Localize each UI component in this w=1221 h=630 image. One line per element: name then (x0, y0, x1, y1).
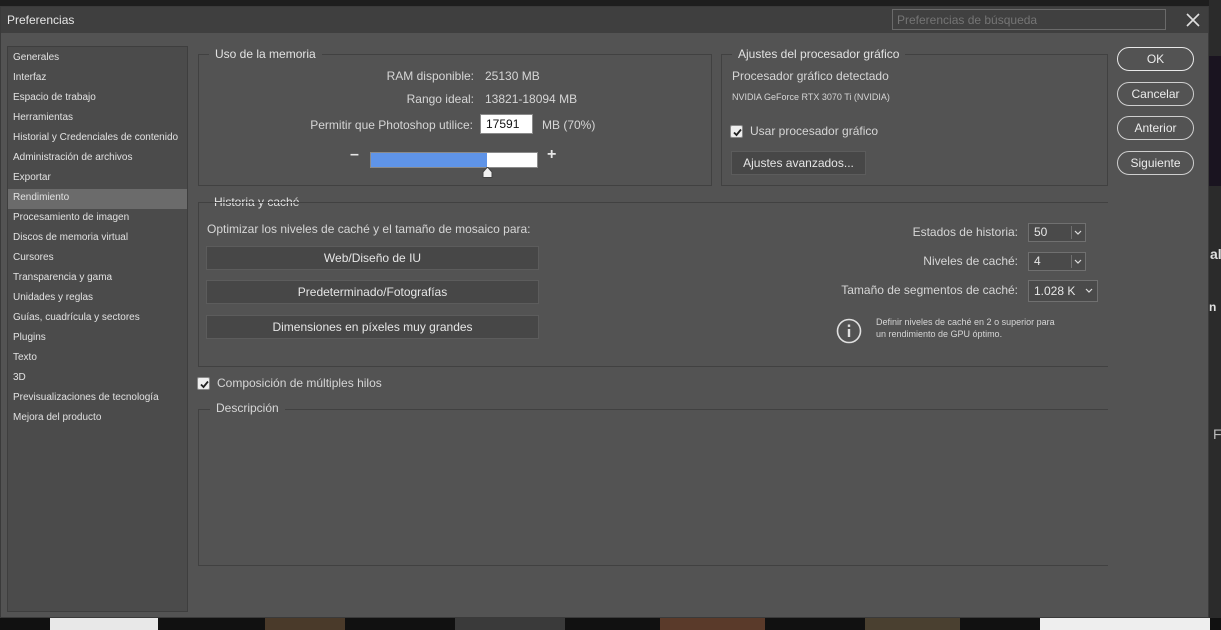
cache-levels-label: Niveles de caché: (923, 254, 1018, 268)
sidebar-item-mejora-producto[interactable]: Mejora del producto (8, 409, 187, 429)
advanced-settings-button[interactable]: Ajustes avanzados... (731, 151, 866, 175)
sidebar-item-administracion-archivos[interactable]: Administración de archivos (8, 149, 187, 169)
background-text: al (1210, 246, 1221, 262)
cache-tile-size-value: 1.028 K (1034, 284, 1076, 298)
huge-pixel-dimensions-button[interactable]: Dimensiones en píxeles muy grandes (206, 315, 539, 339)
multithread-label: Composición de múltiples hilos (217, 376, 382, 390)
memory-unit-label: MB (70%) (542, 118, 596, 132)
background-text: n (1209, 300, 1217, 314)
background-thumbnails (0, 618, 1221, 630)
sidebar-item-3d[interactable]: 3D (8, 369, 187, 389)
search-input[interactable] (892, 9, 1166, 30)
close-icon[interactable] (1184, 11, 1202, 29)
next-button[interactable]: Siguiente (1117, 151, 1194, 175)
divider (198, 202, 1108, 203)
sidebar-item-texto[interactable]: Texto (8, 349, 187, 369)
default-photos-button[interactable]: Predeterminado/Fotografías (206, 280, 539, 304)
title-bar: Preferencias (1, 7, 1208, 33)
cancel-button[interactable]: Cancelar (1117, 82, 1194, 106)
gpu-settings-title: Ajustes del procesador gráfico (738, 47, 900, 61)
memory-slider-thumb[interactable] (482, 165, 493, 183)
sidebar-item-plugins[interactable]: Plugins (8, 329, 187, 349)
ideal-range-value: 13821-18094 MB (485, 92, 578, 106)
divider (198, 409, 1108, 410)
previous-button[interactable]: Anterior (1117, 116, 1194, 140)
divider (198, 565, 1108, 566)
sidebar-item-procesamiento-imagen[interactable]: Procesamiento de imagen (8, 209, 187, 229)
divider (198, 202, 199, 367)
use-gpu-checkbox[interactable] (730, 125, 743, 138)
web-ui-design-button[interactable]: Web/Diseño de IU (206, 246, 539, 270)
sidebar-item-unidades[interactable]: Unidades y reglas (8, 289, 187, 309)
gpu-detected-label: Procesador gráfico detectado (732, 69, 889, 83)
increase-memory-button[interactable]: + (547, 146, 556, 164)
cache-levels-value: 4 (1034, 254, 1041, 268)
cache-levels-select[interactable]: 4 (1028, 252, 1086, 271)
chevron-down-icon (1084, 284, 1094, 300)
sidebar-item-exportar[interactable]: Exportar (8, 169, 187, 189)
ok-button[interactable]: OK (1117, 47, 1194, 71)
divider (198, 409, 199, 566)
sidebar-item-transparencia[interactable]: Transparencia y gama (8, 269, 187, 289)
cache-tile-size-select[interactable]: 1.028 K (1028, 280, 1098, 302)
cache-tile-size-label: Tamaño de segmentos de caché: (841, 283, 1018, 297)
sidebar-item-herramientas[interactable]: Herramientas (8, 109, 187, 129)
chevron-down-icon (1071, 226, 1083, 239)
memory-slider[interactable] (370, 152, 538, 168)
multithread-checkbox[interactable] (197, 377, 210, 390)
gpu-name: NVIDIA GeForce RTX 3070 Ti (NVIDIA) (732, 92, 890, 102)
preferences-dialog: Preferencias Generales Interfaz Espacio … (0, 6, 1209, 618)
sidebar-item-guias[interactable]: Guías, cuadrícula y sectores (8, 309, 187, 329)
info-icon (836, 318, 862, 344)
window-title: Preferencias (7, 13, 75, 27)
history-states-label: Estados de historia: (912, 225, 1018, 239)
sidebar-item-interfaz[interactable]: Interfaz (8, 69, 187, 89)
memory-slider-fill (371, 153, 488, 167)
sidebar-item-generales[interactable]: Generales (8, 49, 187, 69)
sidebar-item-previsualizaciones[interactable]: Previsualizaciones de tecnología (8, 389, 187, 409)
chevron-down-icon (1071, 255, 1083, 268)
background-app-strip: al n F (1209, 0, 1221, 630)
background-text: F (1213, 426, 1221, 442)
history-states-select[interactable]: 50 (1028, 223, 1086, 242)
ideal-range-label: Rango ideal: (406, 92, 474, 106)
sidebar-item-espacio-de-trabajo[interactable]: Espacio de trabajo (8, 89, 187, 109)
ram-available-label: RAM disponible: (386, 69, 474, 83)
background-image (1209, 56, 1221, 186)
optimize-label: Optimizar los niveles de caché y el tama… (207, 222, 531, 236)
sidebar: Generales Interfaz Espacio de trabajo He… (7, 46, 188, 612)
sidebar-item-cursores[interactable]: Cursores (8, 249, 187, 269)
sidebar-item-rendimiento[interactable]: Rendimiento (8, 189, 187, 209)
history-states-value: 50 (1034, 225, 1048, 239)
cache-info-text: Definir niveles de caché en 2 o superior… (876, 317, 1055, 339)
use-gpu-label: Usar procesador gráfico (750, 124, 879, 138)
description-title: Descripción (210, 401, 285, 415)
decrease-memory-button[interactable]: – (350, 146, 359, 164)
sidebar-item-historial[interactable]: Historial y Credenciales de contenido (8, 129, 187, 149)
sidebar-item-discos-memoria[interactable]: Discos de memoria virtual (8, 229, 187, 249)
memory-usage-title: Uso de la memoria (215, 47, 316, 61)
memory-allow-input[interactable] (480, 114, 533, 134)
ram-available-value: 25130 MB (485, 69, 540, 83)
allow-photoshop-label: Permitir que Photoshop utilice: (310, 118, 473, 132)
